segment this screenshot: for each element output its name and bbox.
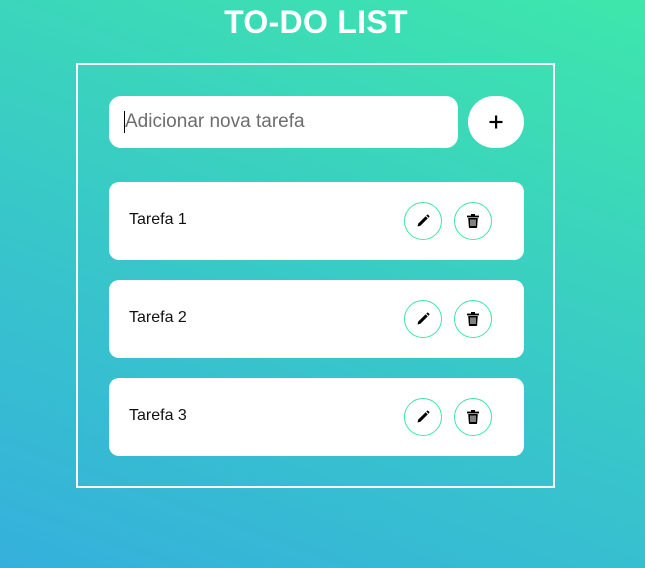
page-title: TO-DO LIST xyxy=(224,4,408,40)
text-caret xyxy=(124,111,125,133)
trash-icon xyxy=(467,214,479,228)
task-list: Tarefa 1 Tarefa 2 Tarefa 3 xyxy=(109,182,524,476)
new-task-input[interactable] xyxy=(109,96,458,148)
task-label: Tarefa 2 xyxy=(129,309,187,326)
edit-task-button[interactable] xyxy=(404,300,442,338)
pencil-icon xyxy=(416,410,430,424)
delete-task-button[interactable] xyxy=(454,202,492,240)
pencil-icon xyxy=(416,312,430,326)
plus-icon xyxy=(489,115,503,129)
task-label: Tarefa 1 xyxy=(129,211,187,228)
delete-task-button[interactable] xyxy=(454,398,492,436)
edit-task-button[interactable] xyxy=(404,202,442,240)
add-task-button[interactable] xyxy=(468,96,524,148)
trash-icon xyxy=(467,312,479,326)
task-item: Tarefa 1 xyxy=(109,182,524,260)
todo-panel: Tarefa 1 xyxy=(76,63,555,488)
edit-task-button[interactable] xyxy=(404,398,442,436)
task-label: Tarefa 3 xyxy=(129,407,187,424)
task-item: Tarefa 2 xyxy=(109,280,524,358)
task-item: Tarefa 3 xyxy=(109,378,524,456)
pencil-icon xyxy=(416,214,430,228)
trash-icon xyxy=(467,410,479,424)
delete-task-button[interactable] xyxy=(454,300,492,338)
